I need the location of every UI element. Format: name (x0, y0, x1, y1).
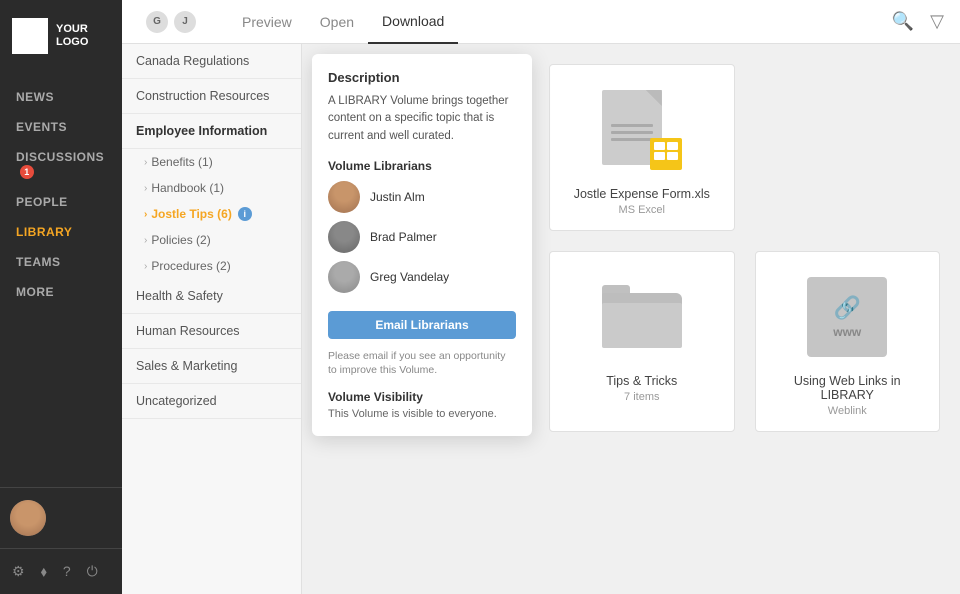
circle-j[interactable]: J (174, 11, 196, 33)
power-icon[interactable]: ⏻ (83, 559, 102, 584)
description-popup: Description A LIBRARY Volume brings toge… (312, 54, 532, 436)
discussions-badge: 1 (20, 165, 34, 179)
librarian-avatar-brad (328, 221, 360, 253)
lib-section-employee[interactable]: Employee Information (122, 114, 301, 149)
popup-visibility-text: This Volume is visible to everyone. (328, 408, 516, 420)
lib-section-canada[interactable]: Canada Regulations (122, 44, 301, 79)
librarian-row-greg: Greg Vandelay (328, 261, 516, 293)
sidebar-nav: NEWS EVENTS DISCUSSIONS 1 PEOPLE LIBRARY… (0, 72, 122, 487)
chevron-icon-active: › (144, 209, 147, 220)
chevron-icon: › (144, 261, 147, 272)
librarian-avatar-justin (328, 181, 360, 213)
chevron-icon: › (144, 157, 147, 168)
tab-download[interactable]: Download (368, 0, 458, 44)
logo-text: YOUR LOGO (56, 23, 110, 49)
lib-section-uncategorized[interactable]: Uncategorized (122, 384, 301, 419)
info-icon[interactable]: i (238, 207, 252, 221)
topbar-circles: G J (138, 11, 204, 33)
lib-sub-handbook[interactable]: › Handbook (1) (122, 175, 301, 201)
sidebar-logo: YOUR LOGO (0, 0, 122, 72)
help-icon[interactable]: ? (59, 559, 75, 584)
lib-section-health[interactable]: Health & Safety (122, 279, 301, 314)
topbar-nav: Preview Open Download (228, 0, 868, 44)
librarian-row-brad: Brad Palmer (328, 221, 516, 253)
lib-sub-procedures[interactable]: › Procedures (2) (122, 253, 301, 279)
sidebar-item-library[interactable]: LIBRARY (0, 217, 122, 247)
filter-icon[interactable]: ▽ (930, 11, 944, 32)
popup-note: Please email if you see an opportunity t… (328, 349, 516, 378)
librarian-avatar-greg (328, 261, 360, 293)
lib-section-sales[interactable]: Sales & Marketing (122, 349, 301, 384)
librarian-name-greg: Greg Vandelay (370, 270, 449, 284)
sidebar-item-news[interactable]: NEWS (0, 82, 122, 112)
sidebar-item-events[interactable]: EVENTS (0, 112, 122, 142)
sidebar-item-more[interactable]: MORE (0, 277, 122, 307)
lib-sub-items-employee: › Benefits (1) › Handbook (1) › Jostle T… (122, 149, 301, 279)
librarian-row-justin: Justin Alm (328, 181, 516, 213)
topbar-right: 🔍 ▽ (892, 11, 944, 32)
popup-visibility-title: Volume Visibility (328, 390, 516, 404)
sidebar-item-discussions[interactable]: DISCUSSIONS 1 (0, 142, 122, 187)
tab-preview[interactable]: Preview (228, 0, 306, 44)
sidebar-item-people[interactable]: PEOPLE (0, 187, 122, 217)
settings-icon[interactable]: ⚙ (8, 559, 29, 584)
lib-sub-policies[interactable]: › Policies (2) (122, 227, 301, 253)
sidebar-bottom-icons: ⚙ ⬧ ? ⏻ (0, 548, 122, 594)
sidebar: YOUR LOGO NEWS EVENTS DISCUSSIONS 1 PEOP… (0, 0, 122, 594)
search-icon[interactable]: 🔍 (892, 11, 914, 32)
user-avatar[interactable] (10, 500, 46, 536)
main-area: G J Preview Open Download 🔍 ▽ Canada Reg… (122, 0, 960, 594)
tab-open[interactable]: Open (306, 0, 368, 44)
sidebar-item-teams[interactable]: TEAMS (0, 247, 122, 277)
lib-section-hr[interactable]: Human Resources (122, 314, 301, 349)
content-area: Canada Regulations Construction Resource… (122, 44, 960, 594)
library-nav: Canada Regulations Construction Resource… (122, 44, 302, 594)
sidebar-bottom (0, 487, 122, 548)
email-librarians-button[interactable]: Email Librarians (328, 311, 516, 339)
popup-description: A LIBRARY Volume brings together content… (328, 93, 516, 145)
lib-sub-jostle-tips[interactable]: › Jostle Tips (6) i (122, 201, 301, 227)
lib-sub-benefits[interactable]: › Benefits (1) (122, 149, 301, 175)
librarians-title: Volume Librarians (328, 159, 516, 173)
topbar: G J Preview Open Download 🔍 ▽ (122, 0, 960, 44)
grid-area: Description A LIBRARY Volume brings toge… (302, 44, 960, 594)
sliders-icon[interactable]: ⬧ (37, 559, 51, 584)
circle-g[interactable]: G (146, 11, 168, 33)
popup-title: Description (328, 70, 516, 85)
chevron-icon: › (144, 183, 147, 194)
chevron-icon: › (144, 235, 147, 246)
popup-overlay: Description A LIBRARY Volume brings toge… (302, 44, 960, 594)
librarian-name-justin: Justin Alm (370, 190, 425, 204)
logo-box (12, 18, 48, 54)
librarian-name-brad: Brad Palmer (370, 230, 437, 244)
lib-section-construction[interactable]: Construction Resources (122, 79, 301, 114)
